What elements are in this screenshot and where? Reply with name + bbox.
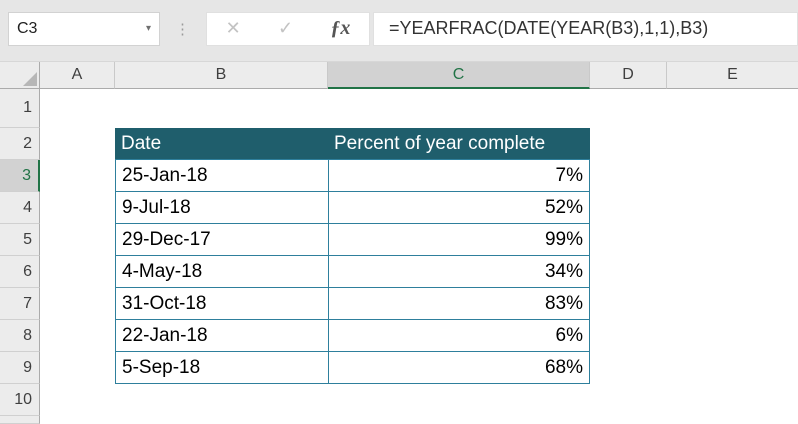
row-header-7[interactable]: 7 xyxy=(0,288,40,320)
cell-A4[interactable] xyxy=(40,192,115,224)
row-8: 8 22-Jan-18 6% xyxy=(0,320,798,352)
row-header-10[interactable]: 10 xyxy=(0,384,40,416)
cell-B5[interactable]: 29-Dec-17 xyxy=(115,224,328,256)
column-header-row: A B C D E xyxy=(0,62,798,89)
cell-B7[interactable]: 31-Oct-18 xyxy=(115,288,328,320)
formula-bar-grip-dots-icon: ⋮ xyxy=(175,20,191,38)
name-box-value: C3 xyxy=(17,19,38,37)
insert-function-icon[interactable]: ƒx xyxy=(330,17,350,40)
row-9: 9 5-Sep-18 68% xyxy=(0,352,798,384)
cell-C4[interactable]: 52% xyxy=(328,192,590,224)
cell-E1[interactable] xyxy=(667,89,798,128)
cell-E9[interactable] xyxy=(667,352,798,384)
cell-C9[interactable]: 68% xyxy=(328,352,590,384)
row-header-4[interactable]: 4 xyxy=(0,192,40,224)
formula-bar-buttons: ✕ ✓ ƒx xyxy=(206,11,370,46)
cell-A5[interactable] xyxy=(40,224,115,256)
enter-icon[interactable]: ✓ xyxy=(278,18,293,39)
cell-A9[interactable] xyxy=(40,352,115,384)
cell-A1[interactable] xyxy=(40,89,115,128)
cell-E5[interactable] xyxy=(667,224,798,256)
cell-C2-table-header-percent[interactable]: Percent of year complete xyxy=(328,128,590,160)
row-6: 6 4-May-18 34% xyxy=(0,256,798,288)
cell-C8[interactable]: 6% xyxy=(328,320,590,352)
cell-D3[interactable] xyxy=(590,160,667,192)
formula-bar: C3 ▾ ⋮ ✕ ✓ ƒx =YEARFRAC(DATE(YEAR(B3),1,… xyxy=(0,0,798,62)
cell-D8[interactable] xyxy=(590,320,667,352)
cell-A6[interactable] xyxy=(40,256,115,288)
cell-E10[interactable] xyxy=(667,384,798,416)
cell-C5[interactable]: 99% xyxy=(328,224,590,256)
cell-C10[interactable] xyxy=(328,384,590,416)
cell-C11[interactable] xyxy=(328,416,590,424)
row-header-1[interactable]: 1 xyxy=(0,89,40,128)
row-header-2[interactable]: 2 xyxy=(0,128,40,160)
row-header-9[interactable]: 9 xyxy=(0,352,40,384)
formula-input[interactable]: =YEARFRAC(DATE(YEAR(B3),1,1),B3) xyxy=(373,11,798,46)
cell-D2[interactable] xyxy=(590,128,667,160)
cell-B10[interactable] xyxy=(115,384,328,416)
row-header-6[interactable]: 6 xyxy=(0,256,40,288)
cell-B11[interactable] xyxy=(115,416,328,424)
spreadsheet-grid: A B C D E 1 2 Date Percent of year compl… xyxy=(0,62,798,424)
cell-D11[interactable] xyxy=(590,416,667,424)
cell-B8[interactable]: 22-Jan-18 xyxy=(115,320,328,352)
cell-E3[interactable] xyxy=(667,160,798,192)
row-2: 2 Date Percent of year complete xyxy=(0,128,798,160)
cell-B2-table-header-date[interactable]: Date xyxy=(115,128,328,160)
cell-A11[interactable] xyxy=(40,416,115,424)
row-10: 10 xyxy=(0,384,798,416)
cell-D9[interactable] xyxy=(590,352,667,384)
cell-B1[interactable] xyxy=(115,89,328,128)
row-5: 5 29-Dec-17 99% xyxy=(0,224,798,256)
select-all-button[interactable] xyxy=(0,62,40,89)
column-header-E[interactable]: E xyxy=(667,62,798,89)
cell-D5[interactable] xyxy=(590,224,667,256)
cell-B4[interactable]: 9-Jul-18 xyxy=(115,192,328,224)
cell-D10[interactable] xyxy=(590,384,667,416)
cell-A3[interactable] xyxy=(40,160,115,192)
cell-E7[interactable] xyxy=(667,288,798,320)
cell-C6[interactable]: 34% xyxy=(328,256,590,288)
cell-D7[interactable] xyxy=(590,288,667,320)
cell-E2[interactable] xyxy=(667,128,798,160)
row-7: 7 31-Oct-18 83% xyxy=(0,288,798,320)
cell-A8[interactable] xyxy=(40,320,115,352)
row-1: 1 xyxy=(0,89,798,128)
name-box-dropdown-icon[interactable]: ▾ xyxy=(146,23,151,34)
cell-B6[interactable]: 4-May-18 xyxy=(115,256,328,288)
cell-B9[interactable]: 5-Sep-18 xyxy=(115,352,328,384)
select-all-triangle-icon xyxy=(23,72,37,86)
cell-E11[interactable] xyxy=(667,416,798,424)
cell-C1[interactable] xyxy=(328,89,590,128)
row-4: 4 9-Jul-18 52% xyxy=(0,192,798,224)
name-box[interactable]: C3 ▾ xyxy=(8,11,160,46)
row-header-11-partial[interactable] xyxy=(0,416,40,424)
cell-E6[interactable] xyxy=(667,256,798,288)
cell-A7[interactable] xyxy=(40,288,115,320)
row-11-partial xyxy=(0,416,798,424)
cell-E4[interactable] xyxy=(667,192,798,224)
cell-D1[interactable] xyxy=(590,89,667,128)
cell-D6[interactable] xyxy=(590,256,667,288)
column-header-D[interactable]: D xyxy=(590,62,667,89)
formula-text: =YEARFRAC(DATE(YEAR(B3),1,1),B3) xyxy=(389,18,709,38)
cell-E8[interactable] xyxy=(667,320,798,352)
row-header-5[interactable]: 5 xyxy=(0,224,40,256)
row-header-3[interactable]: 3 xyxy=(0,160,40,192)
cell-D4[interactable] xyxy=(590,192,667,224)
cell-A2[interactable] xyxy=(40,128,115,160)
cell-B3[interactable]: 25-Jan-18 xyxy=(115,160,328,192)
column-header-A[interactable]: A xyxy=(40,62,115,89)
row-header-8[interactable]: 8 xyxy=(0,320,40,352)
column-header-C[interactable]: C xyxy=(328,62,590,89)
cell-A10[interactable] xyxy=(40,384,115,416)
row-3: 3 25-Jan-18 7% xyxy=(0,160,798,192)
cell-C7[interactable]: 83% xyxy=(328,288,590,320)
cancel-icon[interactable]: ✕ xyxy=(226,18,241,39)
column-header-B[interactable]: B xyxy=(115,62,328,89)
cell-C3-active-cell[interactable]: 7% xyxy=(328,160,590,192)
